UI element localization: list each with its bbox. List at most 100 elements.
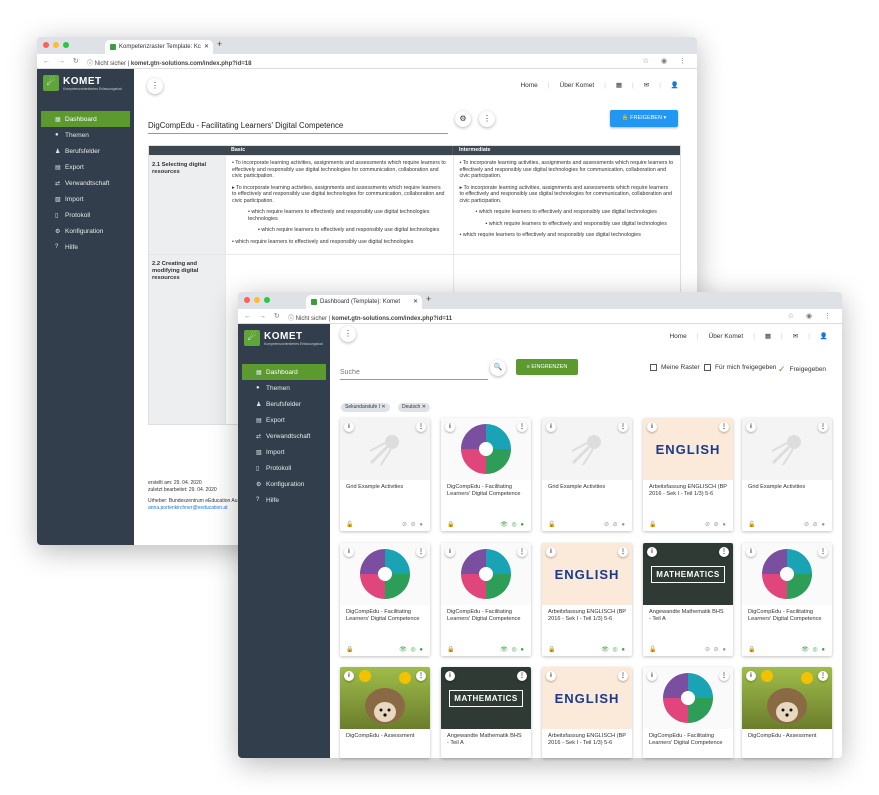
card-title[interactable]: DigCompEdu - Facilitating Learners' Digi… <box>340 605 430 627</box>
grid-card[interactable]: i ⋮ DigCompEdu - Assessment <box>340 667 430 758</box>
descriptor-text[interactable]: which require learners to effectively an… <box>248 209 429 222</box>
card-title[interactable]: Arbeitsfassung ENGLISCH (BP 2016 - Sek I… <box>542 605 632 627</box>
browser-menu-icon[interactable]: ☆ ◉ ⋮ <box>788 312 836 320</box>
remove-chip-icon[interactable]: ✕ <box>422 404 426 410</box>
card-menu-button[interactable]: ⋮ <box>818 671 828 681</box>
user-icon[interactable]: 👤 <box>820 332 828 340</box>
filter-chip[interactable]: Deutsch ✕ <box>398 403 430 412</box>
card-title[interactable]: DigCompEdu - Facilitating Learners' Digi… <box>742 605 832 627</box>
grid-card[interactable]: i ⋮ DigCompEdu - Assessment <box>742 667 832 758</box>
card-title[interactable]: Angewandte Mathematik BHS - Teil A <box>441 729 531 751</box>
unlocked-icon[interactable]: 🔓 <box>649 521 656 528</box>
sidebar-item-dashboard[interactable]: ▦ Dashboard <box>41 111 130 127</box>
user-icon[interactable]: 👤 <box>671 81 679 89</box>
grid-title[interactable]: DigCompEdu - Facilitating Learners' Digi… <box>148 121 448 134</box>
card-menu-button[interactable]: ⋮ <box>719 547 729 557</box>
nav-about-link[interactable]: Über Komet <box>709 333 744 340</box>
sidebar-item-verwandtschaft[interactable]: ⇄ Verwandtschaft <box>41 175 130 191</box>
sidebar-item-export[interactable]: ▤ Export <box>41 159 130 175</box>
visibility-icon[interactable]: 👁 ◎ ● <box>601 646 626 653</box>
descriptor-text[interactable]: which require learners to effectively an… <box>463 232 641 238</box>
sidebar-item-export[interactable]: ▤ Export <box>242 412 326 428</box>
sidebar-item-hilfe[interactable]: ? Hilfe <box>41 239 130 255</box>
grid-card[interactable]: i ⋮ DigCompEdu - Facilitating Learners' Di… <box>441 543 531 656</box>
address-bar[interactable]: ← → ↻ ⓘ Nicht sicher | komet.gtn-solutio… <box>37 54 697 69</box>
visibility-icon[interactable]: ⊘ ⊘ ● <box>604 521 626 528</box>
grid-card[interactable]: ENGLISH i ⋮ Arbeitsfassung ENGLISCH (BP 201… <box>643 418 733 531</box>
grid-card[interactable]: i ⋮ Grid Example Activities 🔓 ⊘ ⊘ ● <box>340 418 430 531</box>
visibility-icon[interactable]: ⊘ ⊘ ● <box>804 521 826 528</box>
sidebar-item-protokoll[interactable]: ▯ Protokoll <box>41 207 130 223</box>
card-title[interactable]: Arbeitsfassung ENGLISCH (BP 2016 - Sek I… <box>643 480 733 502</box>
card-info-button[interactable]: i <box>445 671 455 681</box>
grid-options-button[interactable]: ⋮ <box>479 111 495 127</box>
search-input[interactable] <box>340 366 488 380</box>
komet-logo[interactable]: ☄ KOMET Kompetenzorientiertes Erfassungsto… <box>37 69 134 97</box>
locked-icon[interactable]: 🔒 <box>346 646 353 653</box>
sidebar-item-verwandtschaft[interactable]: ⇄ Verwandtschaft <box>242 428 326 444</box>
visibility-icon[interactable]: ⊘ ⊘ ● <box>705 521 727 528</box>
card-info-button[interactable]: i <box>746 547 756 557</box>
card-menu-button[interactable]: ⋮ <box>618 671 628 681</box>
card-title[interactable]: DigCompEdu - Facilitating Learners' Digi… <box>441 480 531 502</box>
url-text[interactable]: komet.gtn-solutions.com/index.php?id=18 <box>131 61 252 67</box>
card-info-button[interactable]: i <box>647 671 657 681</box>
nav-arrows-icon[interactable]: ← → ↻ <box>244 312 283 320</box>
share-button[interactable]: 🔒 FREIGEBEN ▾ <box>610 110 678 127</box>
grid-card[interactable]: i ⋮ Grid Example Activities 🔓 ⊘ ⊘ ● <box>542 418 632 531</box>
more-options-button[interactable]: ⋮ <box>340 326 356 342</box>
filter-chip[interactable]: Sekundarstufe I ✕ <box>341 403 390 412</box>
card-info-button[interactable]: i <box>344 671 354 681</box>
url-text[interactable]: komet.gtn-solutions.com/index.php?id=11 <box>332 316 452 322</box>
visibility-icon[interactable]: 👁 ◎ ● <box>801 646 826 653</box>
visibility-icon[interactable]: ⊘ ⊘ ● <box>705 646 727 653</box>
visibility-icon[interactable]: 👁 ◎ ● <box>500 521 525 528</box>
mail-icon[interactable]: ✉ <box>644 81 649 89</box>
locked-icon[interactable]: 🔒 <box>748 646 755 653</box>
row-label[interactable]: 2.1 Selecting digital resources <box>149 156 225 254</box>
grid-card[interactable]: MATHEMATICS i ⋮ Angewandte Mathematik BHS -… <box>441 667 531 758</box>
sidebar-item-protokoll[interactable]: ▯ Protokoll <box>242 460 326 476</box>
card-info-button[interactable]: i <box>546 671 556 681</box>
card-title[interactable]: DigCompEdu - Assessment <box>340 729 430 744</box>
row-label[interactable]: 2.2 Creating and modifying digital resou… <box>149 255 225 424</box>
grid-card[interactable]: ENGLISH i ⋮ Arbeitsfassung ENGLISCH (BP 201… <box>542 667 632 758</box>
card-menu-button[interactable]: ⋮ <box>416 422 426 432</box>
descriptor-text[interactable]: which require learners to effectively an… <box>261 227 439 233</box>
visibility-icon[interactable]: ⊘ ⊘ ● <box>402 521 424 528</box>
grid-icon[interactable]: ▦ <box>616 81 622 89</box>
visibility-icon[interactable]: 👁 ◎ ● <box>500 646 525 653</box>
card-info-button[interactable]: i <box>344 422 354 432</box>
new-tab-icon[interactable]: + <box>217 39 222 49</box>
grid-card[interactable]: i ⋮ DigCompEdu - Facilitating Learners' Di… <box>441 418 531 531</box>
search-button[interactable]: 🔍 <box>490 360 506 376</box>
card-title[interactable]: DigCompEdu - Assessment <box>742 729 832 744</box>
author-email-link[interactable]: anna.portenkirchner@eeducation.at <box>148 505 238 512</box>
descriptor-text[interactable]: To incorporate learning activities, assi… <box>232 160 446 179</box>
card-menu-button[interactable]: ⋮ <box>618 547 628 557</box>
close-tab-icon[interactable]: ✕ <box>413 298 418 305</box>
card-info-button[interactable]: i <box>344 547 354 557</box>
card-info-button[interactable]: i <box>445 547 455 557</box>
card-menu-button[interactable]: ⋮ <box>416 547 426 557</box>
sidebar-item-konfiguration[interactable]: ⚙ Konfiguration <box>41 223 130 239</box>
more-options-button[interactable]: ⋮ <box>147 78 163 94</box>
komet-logo[interactable]: ☄ KOMET Kompetenzorientiertes Erfassungsto… <box>238 324 330 352</box>
card-title[interactable]: Grid Example Activities <box>742 480 832 495</box>
grid-card[interactable]: ENGLISH i ⋮ Arbeitsfassung ENGLISCH (BP 201… <box>542 543 632 656</box>
card-info-button[interactable]: i <box>746 671 756 681</box>
shared-with-me-checkbox[interactable] <box>704 364 711 371</box>
card-menu-button[interactable]: ⋮ <box>416 671 426 681</box>
address-bar[interactable]: ← → ↻ ⓘ Nicht sicher | komet.gtn-solutio… <box>238 309 842 324</box>
sidebar-item-import[interactable]: ▧ Import <box>41 191 130 207</box>
sidebar-item-themen[interactable]: ● Themen <box>242 380 326 396</box>
sidebar-item-konfiguration[interactable]: ⚙ Konfiguration <box>242 476 326 492</box>
card-menu-button[interactable]: ⋮ <box>517 671 527 681</box>
browser-tab[interactable]: Dashboard (Template): Komet ✕ <box>306 295 422 309</box>
sidebar-item-hilfe[interactable]: ? Hilfe <box>242 492 326 508</box>
card-menu-button[interactable]: ⋮ <box>618 422 628 432</box>
nav-home-link[interactable]: Home <box>520 82 537 89</box>
card-title[interactable]: DigCompEdu - Facilitating Learners' Digi… <box>441 605 531 627</box>
locked-icon[interactable]: 🔒 <box>447 646 454 653</box>
card-title[interactable]: Angewandte Mathematik BHS - Teil A <box>643 605 733 627</box>
